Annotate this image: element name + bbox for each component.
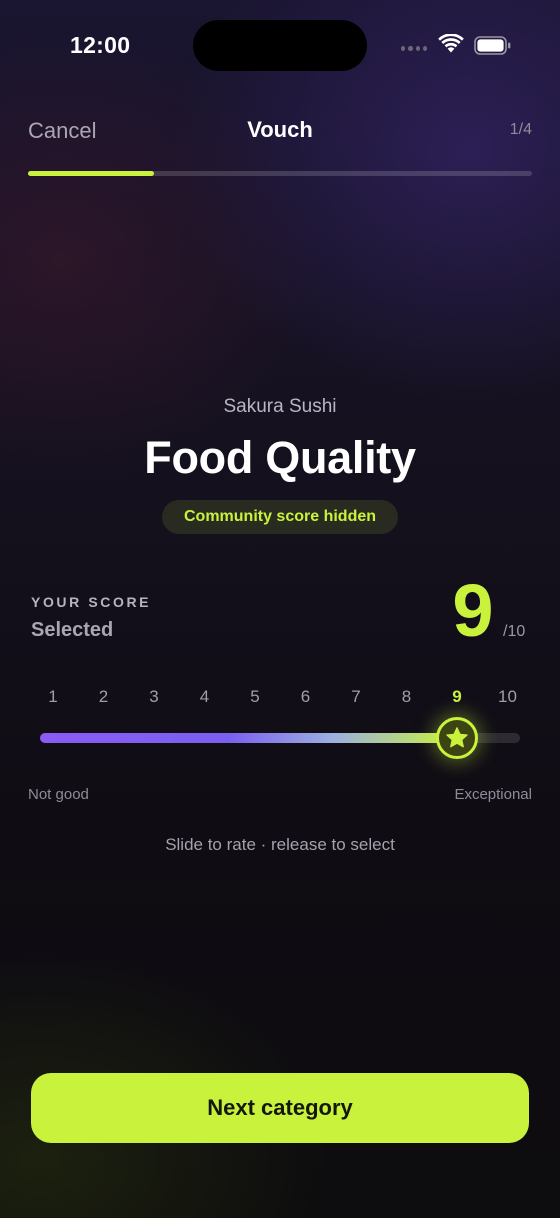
dynamic-island: [193, 20, 367, 71]
scale-tick-1[interactable]: 1: [33, 687, 73, 707]
scale-tick-9[interactable]: 9: [437, 687, 477, 707]
scale-tick-8[interactable]: 8: [387, 687, 427, 707]
status-bar: 12:00: [0, 0, 560, 92]
next-category-button[interactable]: Next category: [31, 1073, 529, 1143]
scale-tick-6[interactable]: 6: [286, 687, 326, 707]
progress-fill: [28, 171, 154, 176]
score-max: /10: [503, 623, 526, 640]
community-score-badge: Community score hidden: [162, 500, 398, 534]
wifi-icon: [438, 34, 464, 53]
top-nav: Cancel Vouch 1/4: [0, 110, 560, 150]
score-value: 9: [452, 569, 494, 652]
scale-tick-5[interactable]: 5: [235, 687, 275, 707]
scale-tick-4[interactable]: 4: [185, 687, 225, 707]
battery-icon: [474, 36, 511, 55]
score-state: Selected: [31, 619, 114, 641]
score-label: YOUR SCORE: [31, 594, 152, 610]
slider-hint: Slide to rate · release to select: [165, 835, 395, 854]
nav-title: Vouch: [247, 117, 313, 142]
status-time: 12:00: [70, 32, 131, 58]
star-icon: [446, 727, 468, 748]
signal-dots-icon: [401, 46, 427, 52]
scale-tick-7[interactable]: 7: [336, 687, 376, 707]
progress-bar: [28, 171, 532, 176]
slider-thumb[interactable]: [436, 717, 478, 759]
venue-name: Sakura Sushi: [223, 396, 337, 417]
category-title: Food Quality: [144, 432, 416, 483]
scale-tick-3[interactable]: 3: [134, 687, 174, 707]
scale-tick-10[interactable]: 10: [488, 687, 528, 707]
scale-ticks: 1 2 3 4 5 6 7 8 9 10: [0, 687, 560, 709]
step-counter: 1/4: [509, 121, 532, 138]
scale-low-label: Not good: [28, 786, 89, 803]
slider-fill: [40, 733, 457, 743]
scale-tick-2[interactable]: 2: [84, 687, 124, 707]
scale-high-label: Exceptional: [454, 786, 532, 803]
rating-slider[interactable]: [40, 717, 520, 759]
